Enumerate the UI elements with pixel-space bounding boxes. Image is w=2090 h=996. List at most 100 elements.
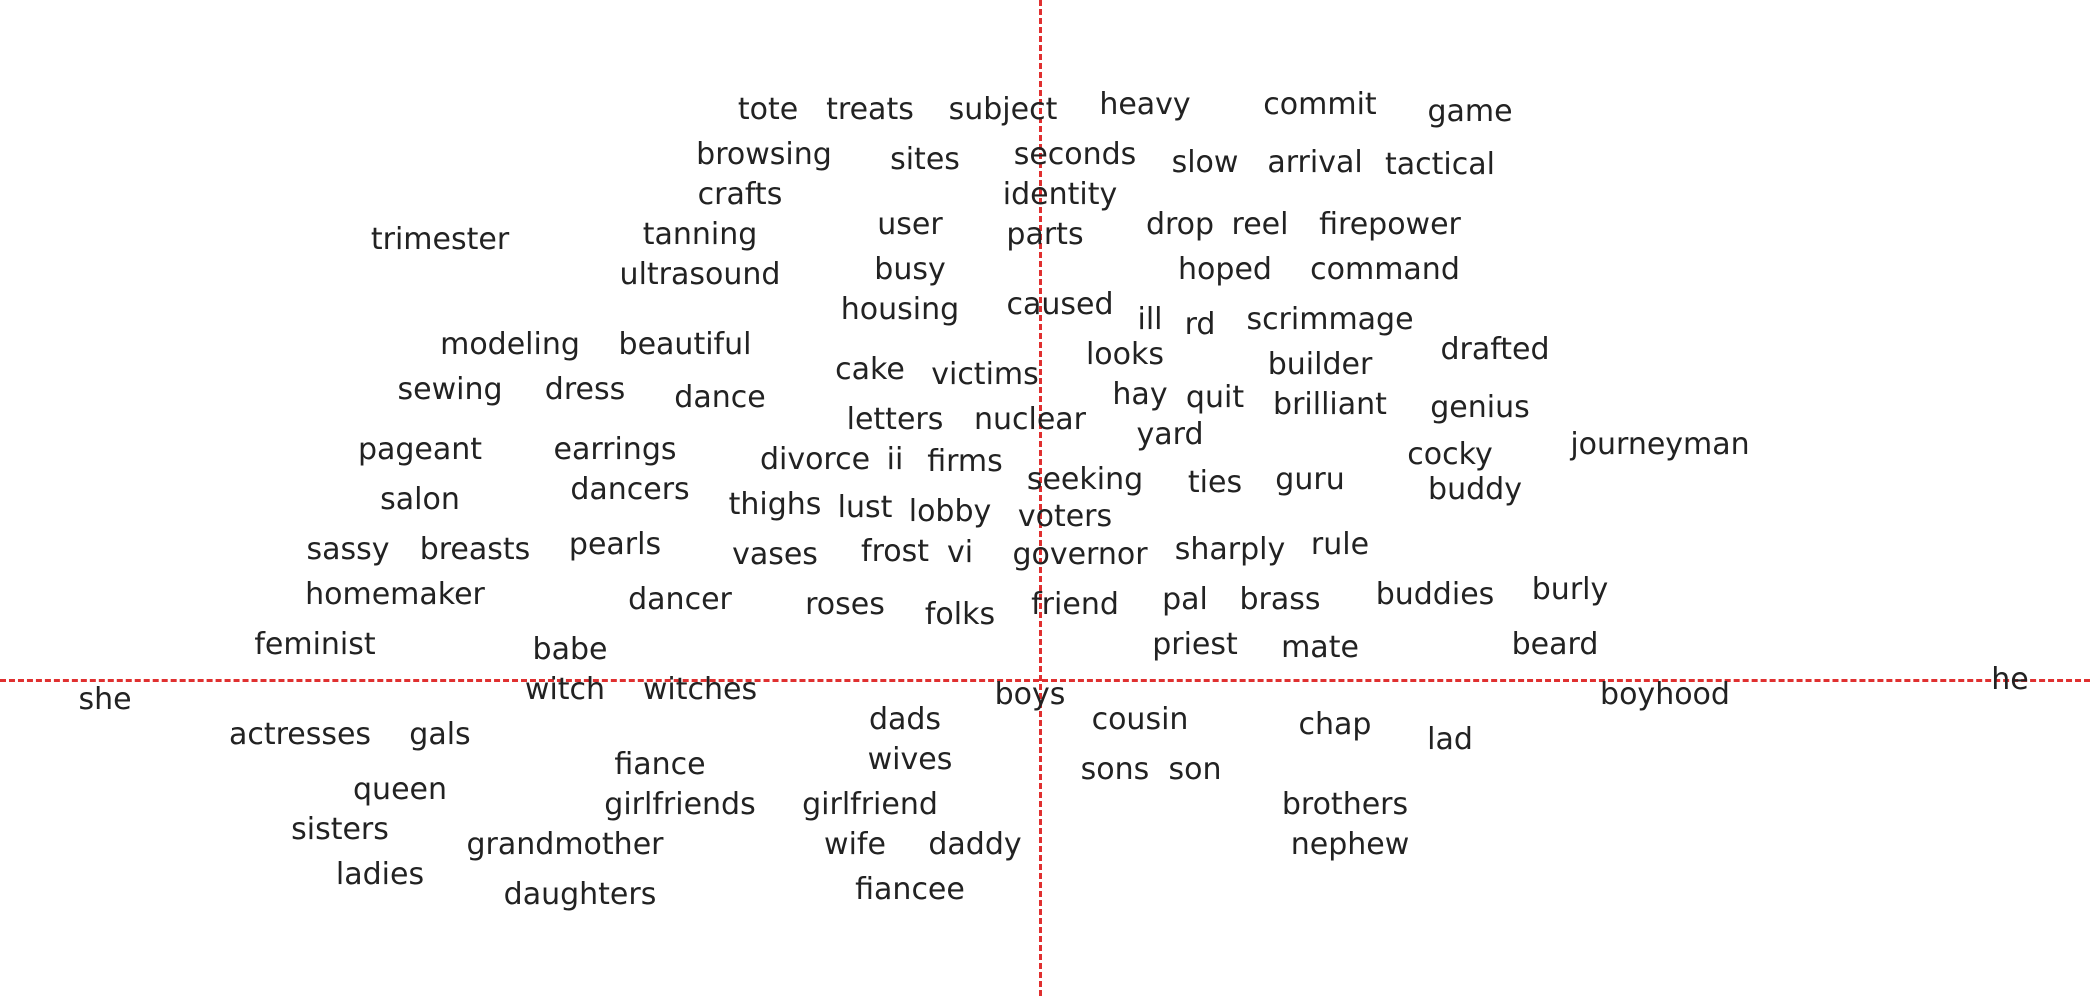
word-label: dancers [570, 475, 689, 505]
word-label: sons [1081, 755, 1150, 785]
word-label: rd [1185, 310, 1216, 340]
word-label: beautiful [619, 330, 752, 360]
word-label: salon [380, 485, 460, 515]
word-label: ultrasound [620, 260, 781, 290]
word-label: vases [732, 540, 818, 570]
word-label: reel [1232, 210, 1289, 240]
word-label: busy [874, 255, 945, 285]
word-label: ii [887, 445, 904, 475]
word-label: quit [1186, 383, 1244, 413]
word-label: looks [1086, 340, 1164, 370]
word-label: parts [1006, 220, 1083, 250]
word-label: queen [353, 775, 447, 805]
word-label: girlfriend [802, 790, 938, 820]
word-label: builder [1268, 350, 1373, 380]
word-label: drop [1146, 210, 1214, 240]
word-label: priest [1152, 630, 1238, 660]
word-label: brothers [1282, 790, 1408, 820]
word-label: hoped [1178, 255, 1272, 285]
word-label: brass [1239, 585, 1320, 615]
word-label: babe [533, 635, 608, 665]
word-label: dance [674, 383, 765, 413]
word-label: governor [1012, 540, 1147, 570]
word-label: lust [838, 493, 893, 523]
word-label: caused [1006, 290, 1113, 320]
word-label: she [78, 685, 131, 715]
word-label: sisters [291, 815, 389, 845]
word-label: buddies [1376, 580, 1495, 610]
word-label: mate [1281, 633, 1359, 663]
word-label: wives [868, 745, 953, 775]
word-label: pal [1162, 585, 1208, 615]
word-label: folks [925, 600, 995, 630]
word-label: arrival [1267, 148, 1362, 178]
word-label: buddy [1428, 475, 1522, 505]
word-label: user [877, 210, 942, 240]
word-label: beard [1512, 630, 1599, 660]
word-label: witches [643, 675, 757, 705]
word-embedding-scatter: totetreatssubjectheavycommitgamebrowsing… [0, 0, 2090, 996]
word-label: yard [1137, 420, 1204, 450]
word-label: modeling [440, 330, 580, 360]
word-label: tanning [643, 220, 758, 250]
word-label: trimester [371, 225, 509, 255]
word-label: command [1310, 255, 1460, 285]
word-label: sewing [397, 375, 502, 405]
word-label: cake [835, 355, 905, 385]
word-label: grandmother [467, 830, 664, 860]
word-label: firepower [1319, 210, 1461, 240]
word-label: genius [1430, 393, 1530, 423]
word-label: girlfriends [604, 790, 755, 820]
word-label: wife [824, 830, 886, 860]
word-label: feminist [254, 630, 375, 660]
word-label: he [1991, 665, 2028, 695]
word-label: drafted [1440, 335, 1549, 365]
word-label: actresses [229, 720, 371, 750]
word-label: chap [1299, 710, 1372, 740]
word-label: tactical [1385, 150, 1495, 180]
word-label: sites [890, 145, 960, 175]
word-label: boys [995, 680, 1066, 710]
word-label: fiance [614, 750, 705, 780]
word-label: earrings [553, 435, 676, 465]
word-label: firms [927, 447, 1003, 477]
word-label: pearls [569, 530, 661, 560]
word-label: nuclear [974, 405, 1086, 435]
word-label: fiancee [855, 875, 965, 905]
word-label: nephew [1291, 830, 1410, 860]
word-label: rule [1311, 530, 1369, 560]
word-label: seeking [1027, 465, 1143, 495]
word-label: burly [1532, 575, 1608, 605]
word-label: hay [1112, 380, 1167, 410]
word-label: daughters [504, 880, 657, 910]
word-label: roses [805, 590, 885, 620]
word-label: slow [1172, 148, 1239, 178]
word-label: commit [1263, 90, 1376, 120]
word-label: voters [1018, 502, 1112, 532]
word-label: dads [869, 705, 941, 735]
word-label: identity [1003, 180, 1117, 210]
word-label: subject [949, 95, 1058, 125]
word-label: journeyman [1570, 430, 1749, 460]
word-label: dress [545, 375, 625, 405]
word-label: cousin [1092, 705, 1189, 735]
word-label: thighs [729, 490, 822, 520]
word-label: lad [1427, 725, 1473, 755]
word-label: guru [1275, 465, 1344, 495]
word-label: tote [738, 95, 798, 125]
word-label: housing [841, 295, 959, 325]
word-label: son [1169, 755, 1222, 785]
word-label: letters [847, 405, 944, 435]
word-label: dancer [628, 585, 732, 615]
word-label: lobby [909, 497, 992, 527]
word-label: browsing [696, 140, 832, 170]
word-label: vi [947, 538, 973, 568]
word-label: pageant [358, 435, 482, 465]
word-label: ill [1137, 305, 1162, 335]
word-label: brilliant [1273, 390, 1387, 420]
word-label: cocky [1407, 440, 1492, 470]
word-label: heavy [1099, 90, 1190, 120]
word-label: sassy [306, 535, 389, 565]
word-label: treats [826, 95, 914, 125]
word-label: divorce [760, 445, 870, 475]
